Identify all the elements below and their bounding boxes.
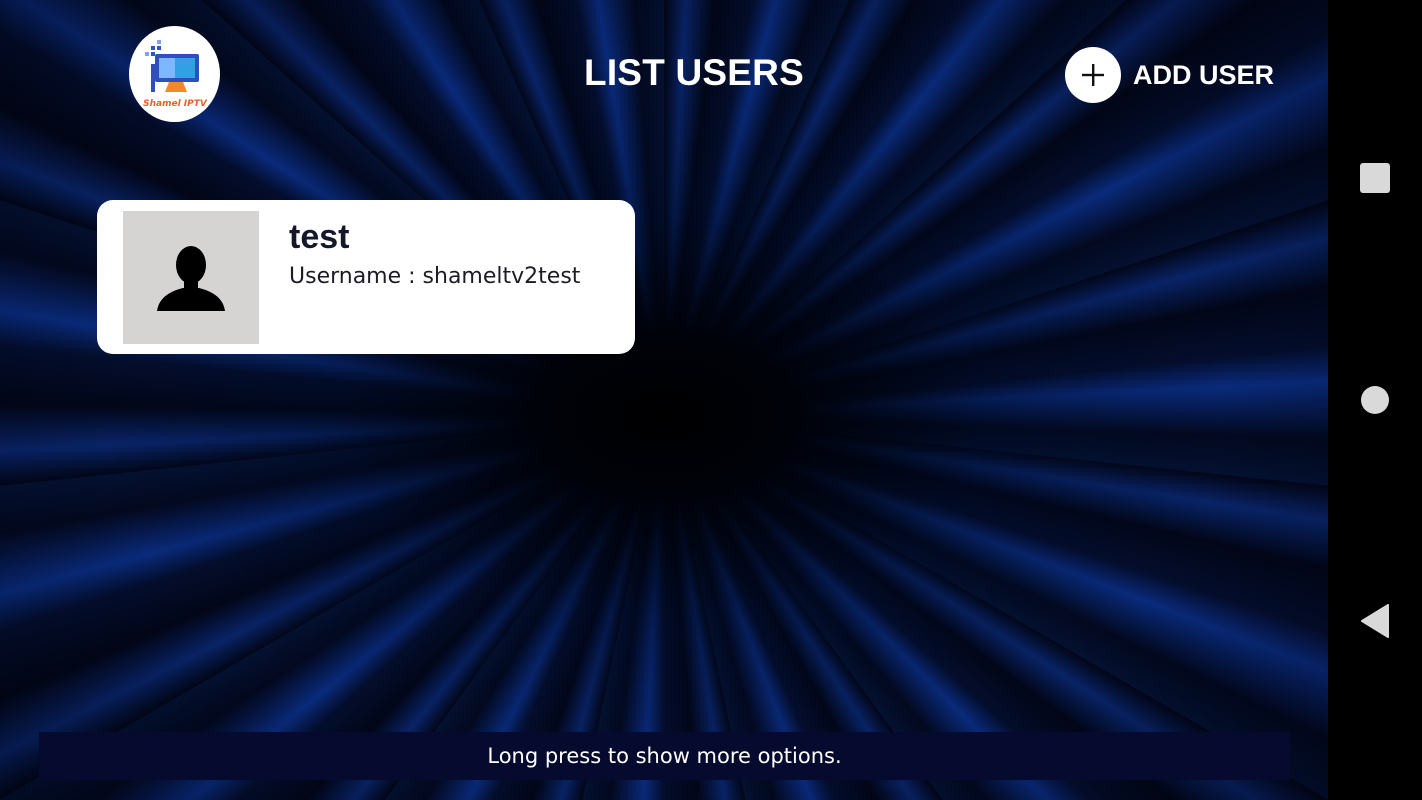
home-button[interactable] xyxy=(1328,360,1422,440)
square-icon[interactable] xyxy=(1359,162,1391,194)
person-silhouette-icon xyxy=(157,245,225,311)
avatar xyxy=(123,211,259,344)
app-area: Shamel IPTV LIST USERS ADD USER test Use… xyxy=(0,0,1328,800)
back-button[interactable] xyxy=(1328,581,1422,661)
recents-button[interactable] xyxy=(1328,138,1422,218)
screen: Shamel IPTV LIST USERS ADD USER test Use… xyxy=(0,0,1422,800)
plus-icon[interactable] xyxy=(1065,47,1121,103)
add-user-label[interactable]: ADD USER xyxy=(1133,60,1274,91)
user-card[interactable]: test Username : shameltv2test xyxy=(97,200,635,354)
hint-text: Long press to show more options. xyxy=(487,744,842,768)
logo-text: Shamel IPTV xyxy=(143,99,208,109)
add-user-button[interactable]: ADD USER xyxy=(1065,47,1274,103)
user-username: Username : shameltv2test xyxy=(289,264,581,289)
circle-icon[interactable] xyxy=(1360,385,1390,415)
hint-bar: Long press to show more options. xyxy=(39,732,1290,780)
system-nav-bar xyxy=(1328,0,1422,800)
user-name: test xyxy=(289,218,350,256)
triangle-back-icon[interactable] xyxy=(1360,604,1390,638)
